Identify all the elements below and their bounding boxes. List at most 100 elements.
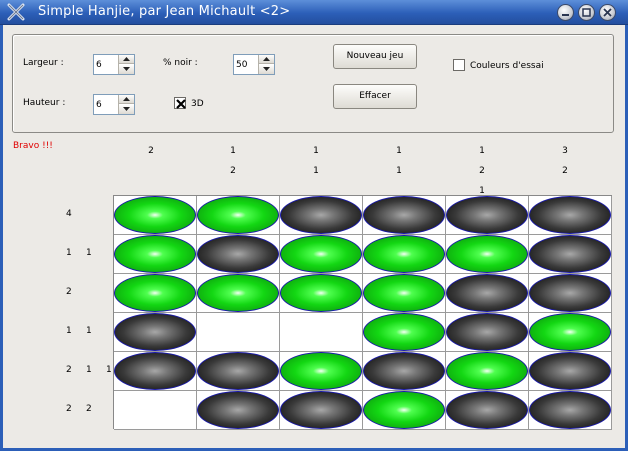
largeur-down-arrow[interactable] <box>119 65 134 74</box>
column-clue: 1 <box>313 146 319 156</box>
checkbox-3d[interactable] <box>174 97 186 109</box>
maximize-button[interactable] <box>578 4 595 21</box>
grid-cell[interactable] <box>197 274 280 313</box>
puzzle-grid <box>113 195 612 430</box>
column-clue: 2 <box>148 146 154 156</box>
largeur-up-arrow[interactable] <box>119 55 134 64</box>
row-clue: 1 <box>86 365 92 375</box>
green-oval-mark <box>363 274 445 312</box>
grid-cell[interactable] <box>280 313 363 352</box>
black-oval-mark <box>197 235 279 273</box>
grid-cell[interactable] <box>197 235 280 274</box>
grid-cell[interactable] <box>446 235 529 274</box>
black-oval-mark <box>446 313 528 351</box>
largeur-label: Largeur : <box>23 58 64 68</box>
grid-cell[interactable] <box>280 391 363 430</box>
black-oval-mark <box>114 352 196 390</box>
grid-cell[interactable] <box>114 274 197 313</box>
black-oval-mark <box>363 196 445 234</box>
grid-cell[interactable] <box>197 313 280 352</box>
grid-cell[interactable] <box>363 235 446 274</box>
grid-cell[interactable] <box>363 391 446 430</box>
black-oval-mark <box>280 391 362 429</box>
close-button[interactable] <box>599 4 616 21</box>
black-oval-mark <box>280 196 362 234</box>
black-oval-mark <box>197 391 279 429</box>
green-oval-mark <box>114 235 196 273</box>
grid-cell[interactable] <box>446 391 529 430</box>
row-clue: 2 <box>86 404 92 414</box>
hauteur-spinbox[interactable] <box>93 94 135 115</box>
grid-cell[interactable] <box>197 391 280 430</box>
grid-cell[interactable] <box>280 196 363 235</box>
effacer-button[interactable]: Effacer <box>333 84 417 109</box>
grid-cell[interactable] <box>529 235 612 274</box>
grid-cell[interactable] <box>363 313 446 352</box>
hauteur-label: Hauteur : <box>23 98 66 108</box>
noir-input[interactable] <box>236 58 258 71</box>
grid-cell[interactable] <box>280 352 363 391</box>
column-clue: 1 <box>396 166 402 176</box>
row-clue: 2 <box>66 404 72 414</box>
grid-cell[interactable] <box>529 313 612 352</box>
noir-up-arrow[interactable] <box>259 55 274 64</box>
black-oval-mark <box>197 352 279 390</box>
grid-cell[interactable] <box>529 352 612 391</box>
grid-cell[interactable] <box>446 274 529 313</box>
grid-cell[interactable] <box>280 235 363 274</box>
couleurs-checkbox[interactable] <box>453 59 465 71</box>
black-oval-mark <box>529 352 611 390</box>
grid-cell[interactable] <box>446 352 529 391</box>
grid-cell[interactable] <box>363 196 446 235</box>
green-oval-mark <box>446 235 528 273</box>
hauteur-up-arrow[interactable] <box>119 95 134 104</box>
grid-cell[interactable] <box>280 274 363 313</box>
grid-cell[interactable] <box>363 352 446 391</box>
column-clue: 3 <box>562 146 568 156</box>
nouveau-jeu-button[interactable]: Nouveau jeu <box>333 44 417 69</box>
couleurs-label: Couleurs d'essai <box>470 61 544 71</box>
black-oval-mark <box>363 352 445 390</box>
status-message: Bravo !!! <box>13 141 53 151</box>
grid-cell[interactable] <box>114 196 197 235</box>
largeur-input[interactable] <box>96 58 118 71</box>
noir-label: % noir : <box>163 58 198 68</box>
green-oval-mark <box>114 196 196 234</box>
grid-cell[interactable] <box>197 196 280 235</box>
grid-cell[interactable] <box>114 235 197 274</box>
minimize-button[interactable] <box>557 4 574 21</box>
grid-cell[interactable] <box>363 274 446 313</box>
grid-cell[interactable] <box>529 196 612 235</box>
green-oval-mark <box>363 313 445 351</box>
title-bar: Simple Hanjie, par Jean Michault <2> <box>0 0 628 25</box>
checkbox-3d-label: 3D <box>191 99 204 109</box>
noir-spinbox[interactable] <box>233 54 275 75</box>
grid-cell[interactable] <box>446 313 529 352</box>
largeur-spinbox[interactable] <box>93 54 135 75</box>
grid-cell[interactable] <box>197 352 280 391</box>
green-oval-mark <box>280 274 362 312</box>
grid-cell[interactable] <box>529 391 612 430</box>
black-oval-mark <box>529 235 611 273</box>
black-oval-mark <box>529 196 611 234</box>
column-clue: 2 <box>562 166 568 176</box>
green-oval-mark <box>197 196 279 234</box>
noir-down-arrow[interactable] <box>259 65 274 74</box>
green-oval-mark <box>446 352 528 390</box>
arrow-up-icon <box>123 97 130 101</box>
hauteur-down-arrow[interactable] <box>119 105 134 114</box>
column-clue: 1 <box>313 166 319 176</box>
black-oval-mark <box>446 391 528 429</box>
green-oval-mark <box>114 274 196 312</box>
grid-cell[interactable] <box>114 352 197 391</box>
black-oval-mark <box>529 274 611 312</box>
grid-cell[interactable] <box>529 274 612 313</box>
column-clue: 2 <box>479 166 485 176</box>
column-clue: 1 <box>230 146 236 156</box>
hauteur-input[interactable] <box>96 98 118 111</box>
arrow-up-icon <box>123 57 130 61</box>
row-clue: 1 <box>86 248 92 258</box>
grid-cell[interactable] <box>114 313 197 352</box>
grid-cell[interactable] <box>114 391 197 430</box>
grid-cell[interactable] <box>446 196 529 235</box>
